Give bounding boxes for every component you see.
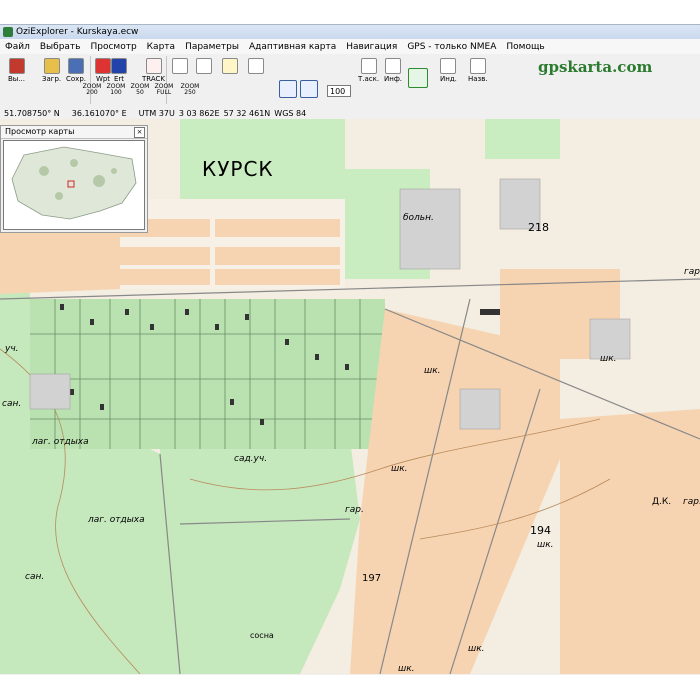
- folder-icon: [43, 58, 60, 74]
- menu-adaptive-map[interactable]: Адаптивная карта: [244, 42, 341, 52]
- exit-icon: [8, 58, 25, 74]
- track-nav-icon: [360, 58, 377, 74]
- preview-map-graphic: [4, 141, 144, 229]
- show-tracks-button[interactable]: [248, 58, 264, 74]
- menu-map[interactable]: Карта: [142, 42, 180, 52]
- window-title: OziExplorer - Kurskaya.ecw: [16, 27, 139, 37]
- tracks-icon: [248, 58, 264, 74]
- map-label-san-1: сан.: [2, 399, 22, 409]
- track-icon: [145, 58, 162, 74]
- waypoint-icon: [95, 58, 111, 74]
- indicator-icon: [440, 58, 457, 74]
- event-button[interactable]: Ert: [111, 58, 127, 83]
- track-button[interactable]: TRACK: [142, 58, 165, 83]
- menu-navigation[interactable]: Навигация: [341, 42, 402, 52]
- map-label-school-4: шк.: [537, 540, 554, 550]
- map-label-school-2: шк.: [600, 354, 617, 364]
- show-map-button[interactable]: [172, 58, 188, 74]
- map-label-pine: сосна: [250, 631, 274, 640]
- zoom-200-button[interactable]: ZOOM 200: [80, 84, 104, 96]
- zoom-full-button[interactable]: ZOOM FULL: [152, 84, 176, 96]
- toolbar-separator: [90, 56, 91, 104]
- zoom-250-button[interactable]: ZOOM 250: [178, 84, 202, 96]
- toolbar-separator: [166, 56, 167, 104]
- main-toolbar: Вы... Загр. Сохр. Wpt Ert TRACK 100 Т.ас…: [0, 54, 700, 109]
- title-bar: OziExplorer - Kurskaya.ecw: [0, 25, 700, 39]
- points-icon: [222, 58, 238, 74]
- zoom-50-button[interactable]: ZOOM 50: [128, 84, 152, 96]
- zoom-combo[interactable]: 100: [327, 85, 351, 97]
- map-label-camp-1: лаг. отдыха: [32, 437, 89, 447]
- preview-map-view[interactable]: [3, 140, 145, 230]
- menu-select[interactable]: Выбрать: [35, 42, 86, 52]
- map-label-197: 197: [362, 573, 382, 584]
- preview-title: Просмотр карты: [5, 127, 75, 136]
- back-icon: [469, 58, 486, 74]
- map-label-uch: уч.: [5, 344, 19, 354]
- hand-icon: [300, 80, 318, 98]
- map-label-garage-1: гар.: [345, 505, 364, 515]
- map-label-218: 218: [528, 221, 549, 234]
- back-button[interactable]: Назв.: [468, 58, 488, 83]
- zoom-tool-button[interactable]: [279, 80, 297, 98]
- exit-button[interactable]: Вы...: [8, 58, 25, 83]
- map-label-hospital: больн.: [403, 213, 434, 223]
- show-points-button[interactable]: [222, 58, 238, 74]
- save-button[interactable]: Сохр.: [66, 58, 86, 83]
- save-icon: [67, 58, 84, 74]
- menu-params[interactable]: Параметры: [180, 42, 244, 52]
- indicator-button[interactable]: Инд.: [440, 58, 457, 83]
- latitude-readout: 51.708750° N: [4, 109, 60, 118]
- utm-zone-readout: UTM 37U: [138, 109, 175, 118]
- menu-bar: Файл Выбрать Просмотр Карта Параметры Ад…: [0, 39, 700, 54]
- show-route-button[interactable]: [196, 58, 212, 74]
- longitude-readout: 36.161070° E: [71, 109, 127, 118]
- map-label-camp-2: лаг. отдыха: [88, 515, 145, 525]
- move-arrows-button[interactable]: [408, 68, 428, 88]
- city-label: КУРСК: [202, 157, 274, 181]
- map-label-school-1: шк.: [424, 366, 441, 376]
- arrows-icon: [408, 68, 428, 88]
- brand-label: gpskarta.com: [538, 58, 653, 76]
- map-label-school-5: шк.: [398, 664, 415, 674]
- info-icon: [385, 58, 402, 74]
- datum-readout: WGS 84: [274, 109, 307, 118]
- easting-readout: 3 03 862E: [178, 109, 220, 118]
- map-label-garage-3: гар.: [683, 497, 700, 507]
- map-label-194: 194: [530, 524, 551, 537]
- magnifier-icon: [279, 80, 297, 98]
- preview-title-bar: Просмотр карты ×: [1, 126, 147, 139]
- menu-help[interactable]: Помощь: [501, 42, 549, 52]
- map-label-garden: сад.уч.: [234, 454, 268, 464]
- map-icon: [172, 58, 188, 74]
- load-button[interactable]: Загр.: [42, 58, 61, 83]
- map-label-culture-house: Д.К.: [652, 497, 672, 507]
- pan-tool-button[interactable]: [300, 80, 318, 98]
- map-label-garage-2: гар.: [684, 267, 700, 277]
- map-label-school-6: шк.: [468, 644, 485, 654]
- app-icon: [3, 27, 13, 37]
- menu-view[interactable]: Просмотр: [85, 42, 141, 52]
- map-label-school-3: шк.: [391, 464, 408, 474]
- menu-gps[interactable]: GPS - только NMEA: [402, 42, 501, 52]
- waypoint-button[interactable]: Wpt: [95, 58, 111, 83]
- map-preview-panel: Просмотр карты ×: [0, 125, 148, 233]
- menu-file[interactable]: Файл: [0, 42, 35, 52]
- info-button[interactable]: Инф.: [384, 58, 402, 83]
- northing-readout: 57 32 461N: [223, 109, 271, 118]
- preview-close-button[interactable]: ×: [134, 127, 145, 138]
- map-label-san-2: сан.: [25, 572, 45, 582]
- route-icon: [196, 58, 212, 74]
- zoom-100-button[interactable]: ZOOM 100: [104, 84, 128, 96]
- track-nav-button[interactable]: Т.аск.: [358, 58, 379, 83]
- diamond-icon: [111, 58, 127, 74]
